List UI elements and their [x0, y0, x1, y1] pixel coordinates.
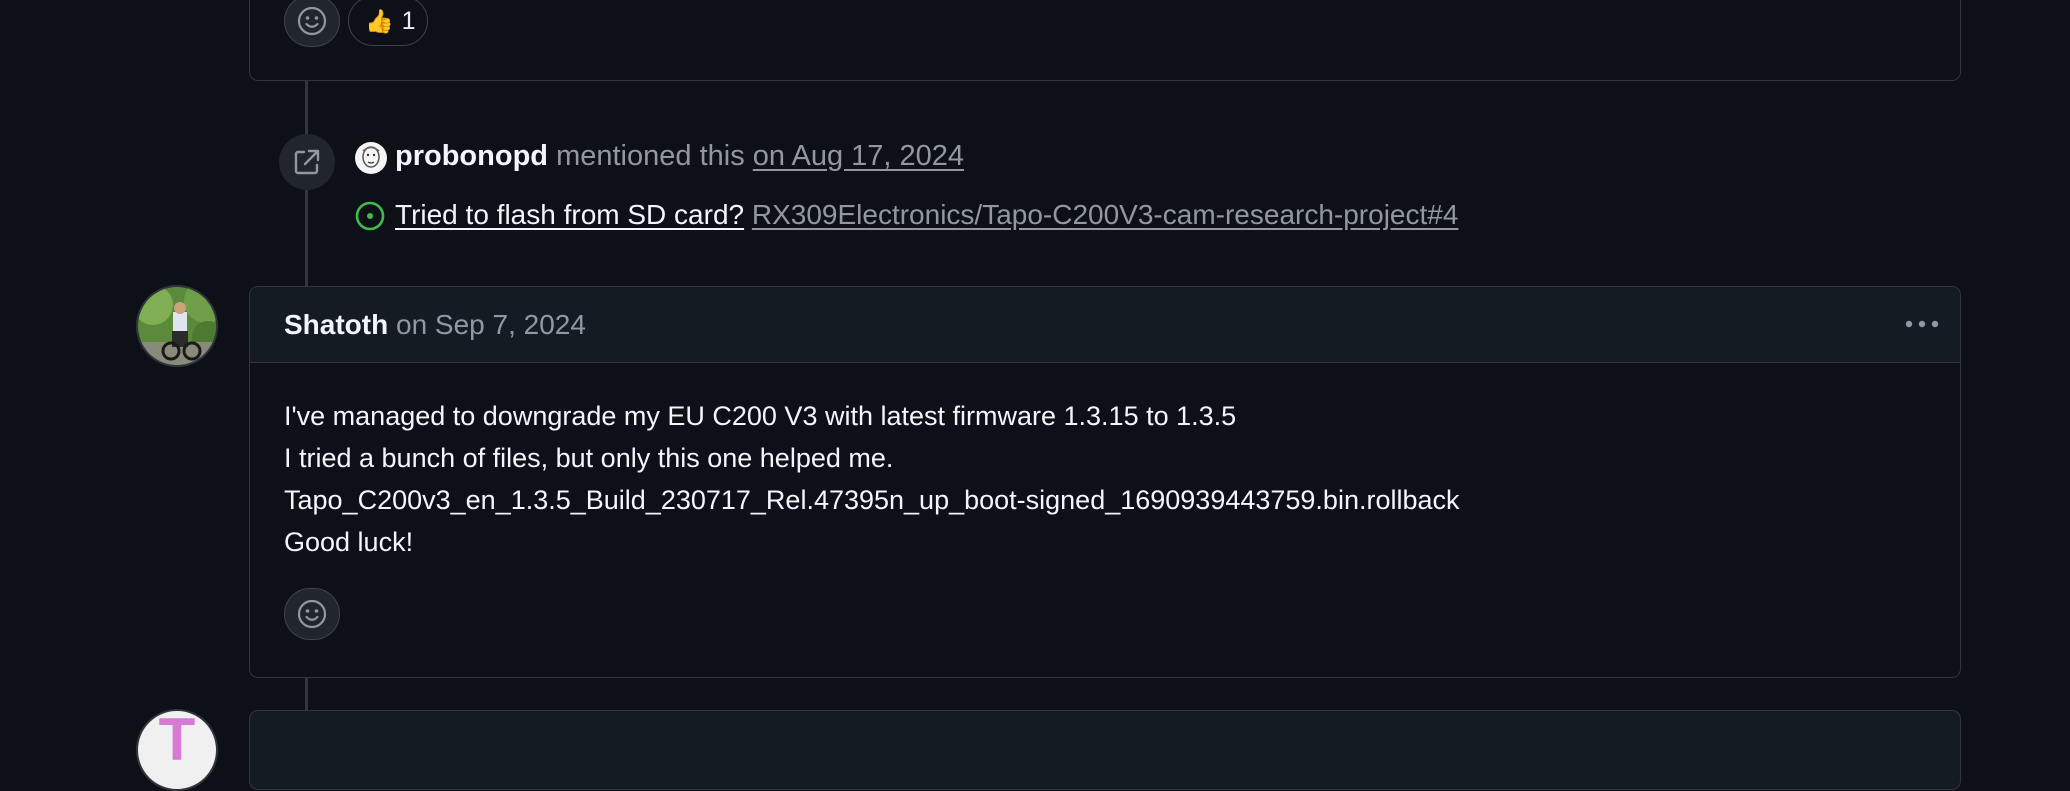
add-reaction-button[interactable] — [284, 588, 340, 640]
comment-author-avatar[interactable] — [136, 285, 218, 367]
comment-author-link[interactable]: Shatoth — [284, 309, 388, 340]
smiley-icon — [297, 599, 327, 629]
issue-title-link[interactable]: Tried to flash from SD card? — [395, 199, 744, 230]
mention-avatar[interactable] — [355, 142, 387, 174]
comment-body-line: I've managed to downgrade my EU C200 V3 … — [284, 401, 1237, 431]
comment-card: Shatoth on Sep 7, 2024 I've managed to d… — [249, 286, 1961, 678]
cross-reference-icon-badge — [279, 134, 335, 190]
mention-action: mentioned this — [556, 140, 745, 172]
more-options-button[interactable] — [1902, 309, 1942, 339]
cross-reference-icon — [294, 149, 320, 175]
mention-date-link[interactable]: on Aug 17, 2024 — [753, 140, 964, 172]
issue-ref-link[interactable]: RX309Electronics/Tapo-C200V3-cam-researc… — [752, 199, 1459, 230]
avatar-photo — [138, 287, 216, 365]
reaction-count: 1 — [401, 6, 416, 35]
timeline-line — [305, 676, 308, 712]
kebab-horizontal-icon — [1905, 320, 1939, 328]
next-comment-card — [249, 710, 1961, 790]
comment-header-text: Shatoth on Sep 7, 2024 — [284, 309, 586, 341]
smiley-icon — [297, 6, 327, 36]
comment-body-line: I tried a bunch of files, but only this … — [284, 443, 894, 473]
issue-open-icon — [354, 200, 386, 232]
referenced-issue: Tried to flash from SD card? RX309Electr… — [395, 199, 1458, 231]
mention-header: probonopd mentioned this on Aug 17, 2024 — [395, 140, 964, 173]
mention-author-link[interactable]: probonopd — [395, 140, 548, 172]
previous-comment-card: 👍 1 — [249, 0, 1961, 81]
add-reaction-button[interactable] — [284, 0, 340, 47]
comment-body-line: Tapo_C200v3_en_1.3.5_Build_230717_Rel.47… — [284, 485, 1460, 515]
reaction-thumbs-up[interactable]: 👍 1 — [348, 0, 428, 46]
avatar-face-icon — [362, 146, 380, 168]
comment-date-link[interactable]: on Sep 7, 2024 — [396, 309, 586, 340]
thumbs-up-icon: 👍 — [365, 7, 394, 34]
next-comment-avatar[interactable]: T — [136, 709, 218, 791]
comment-body-line: Good luck! — [284, 527, 414, 557]
